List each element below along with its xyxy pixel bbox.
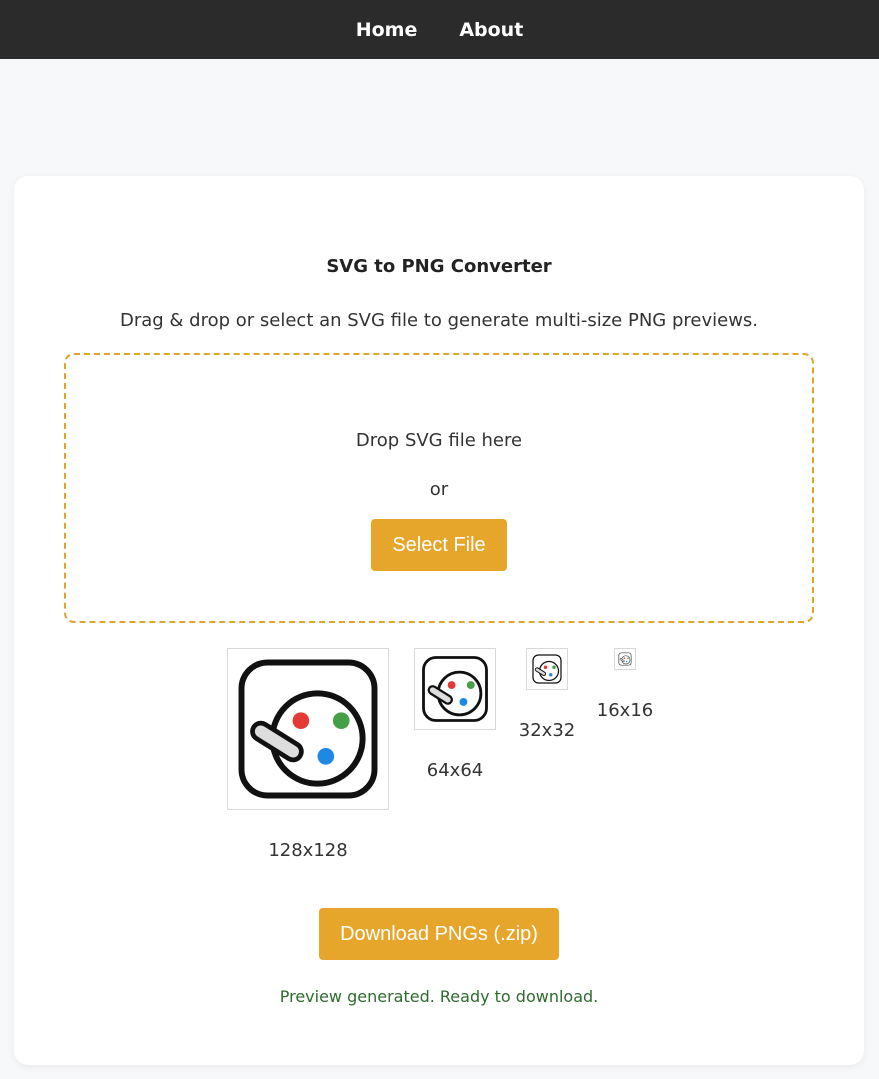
converter-card: SVG to PNG Converter Drag & drop or sele… (14, 176, 864, 1065)
or-text: or (429, 479, 449, 500)
page-subtitle: Drag & drop or select an SVG file to gen… (119, 310, 759, 331)
drop-text: Drop SVG file here (355, 430, 523, 451)
preview-16 (614, 648, 636, 670)
palette-icon (531, 653, 563, 685)
top-navbar: Home About (0, 0, 879, 59)
preview-32 (526, 648, 568, 690)
page-title: SVG to PNG Converter (326, 256, 552, 277)
palette-icon (618, 652, 632, 666)
download-zip-button[interactable]: Download PNGs (.zip) (319, 908, 559, 960)
nav-about-link[interactable]: About (459, 19, 523, 41)
preview-label-16: 16x16 (596, 700, 654, 721)
status-message: Preview generated. Ready to download. (279, 987, 599, 1006)
preview-64 (414, 648, 496, 730)
preview-128 (227, 648, 389, 810)
select-file-button[interactable]: Select File (371, 519, 507, 571)
preview-label-32: 32x32 (518, 720, 576, 741)
nav-home-link[interactable]: Home (356, 19, 418, 41)
preview-label-64: 64x64 (426, 760, 484, 781)
palette-icon (419, 653, 491, 725)
svg-dropzone[interactable]: Drop SVG file here or Select File (64, 353, 814, 623)
preview-label-128: 128x128 (268, 840, 348, 861)
palette-icon (232, 653, 384, 805)
